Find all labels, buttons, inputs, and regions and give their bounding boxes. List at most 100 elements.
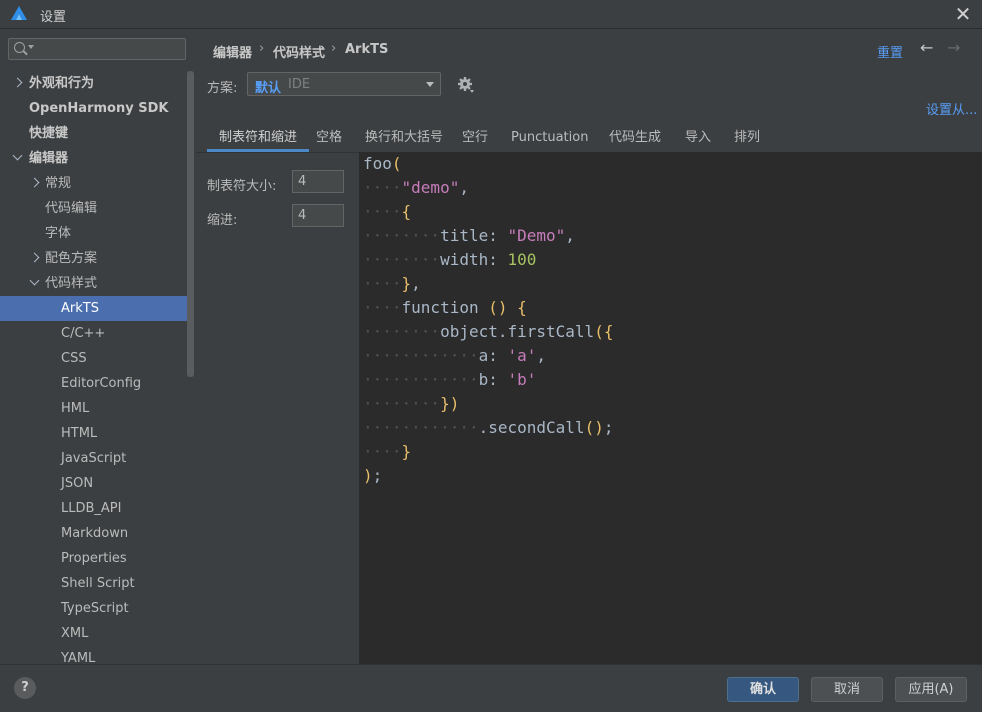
sidebar-item-label: 编辑器 [29, 151, 69, 166]
sidebar-item-label: OpenHarmony SDK [29, 101, 169, 116]
forward-arrow-icon[interactable]: → [947, 38, 960, 57]
indent-input[interactable]: 4 [292, 204, 344, 227]
tab[interactable]: Punctuation [499, 126, 600, 152]
code-token: b: [478, 370, 508, 389]
code-line: ····} [363, 440, 411, 464]
tab[interactable]: 制表符和缩进 [207, 126, 310, 152]
sidebar-item[interactable]: Properties [0, 546, 188, 571]
code-token: } [401, 274, 412, 293]
code-line: ····{ [363, 200, 411, 224]
sidebar-item[interactable]: 快捷键 [0, 121, 188, 146]
cancel-button[interactable]: 取消 [811, 677, 883, 702]
code-token: object.firstCall [440, 322, 595, 341]
code-token: a: [478, 346, 508, 365]
tab-size-input[interactable]: 4 [292, 170, 344, 193]
chevron-down-icon[interactable] [29, 275, 40, 286]
sidebar-scrollbar[interactable] [187, 71, 194, 377]
tab[interactable]: 空格 [304, 126, 354, 152]
code-token: ; [603, 418, 614, 437]
breadcrumb-item-code-style[interactable]: 代码样式 [273, 42, 325, 61]
breadcrumb-item-editor[interactable]: 编辑器 [213, 42, 252, 61]
code-token: ········ [363, 226, 441, 245]
sidebar-item[interactable]: 编辑器 [0, 146, 188, 171]
sidebar-item[interactable]: 代码样式 [0, 271, 188, 296]
sidebar-item[interactable]: 代码编辑 [0, 196, 188, 221]
scheme-name: 默认 [255, 81, 282, 96]
sidebar-item[interactable]: ArkTS [0, 296, 188, 321]
sidebar-item-label: Shell Script [61, 576, 135, 591]
code-line: ············a: 'a', [363, 344, 546, 368]
scheme-label: 方案: [207, 81, 238, 96]
ok-button[interactable]: 确认 [727, 677, 799, 702]
code-preview[interactable]: foo(····"demo", ····{········title: "Demo… [359, 152, 982, 664]
code-line: foo( [363, 152, 402, 176]
sidebar-item-label: C/C++ [61, 326, 106, 341]
sidebar-item[interactable]: CSS [0, 346, 188, 371]
code-token: width: [440, 250, 508, 269]
breadcrumb-separator: › [259, 41, 265, 56]
sidebar-item[interactable]: JavaScript [0, 446, 188, 471]
code-token: foo [363, 154, 392, 173]
tab[interactable]: 换行和大括号 [353, 126, 455, 152]
sidebar-item[interactable]: TypeScript [0, 596, 188, 621]
sidebar-item[interactable]: HML [0, 396, 188, 421]
settings-tree: 外观和行为 OpenHarmony SDK 快捷键编辑器常规代码编辑字体配色方案代码… [0, 71, 188, 671]
code-line: ····function () { [363, 296, 527, 320]
sidebar-item[interactable]: EditorConfig [0, 371, 188, 396]
chevron-right-icon[interactable] [12, 77, 23, 88]
tab[interactable]: 空行 [450, 126, 500, 152]
code-token: ···· [363, 178, 402, 197]
sidebar-item[interactable]: Shell Script [0, 571, 188, 596]
search-input[interactable] [8, 38, 186, 60]
code-token: ········ [363, 250, 441, 269]
chevron-right-icon[interactable] [29, 177, 40, 188]
reset-link[interactable]: 重置 [877, 42, 903, 61]
sidebar-item-label: 快捷键 [29, 126, 69, 141]
help-icon[interactable]: ? [14, 677, 36, 699]
code-line: ········title: "Demo", [363, 224, 575, 248]
code-token: 'b' [507, 370, 537, 389]
settings-sidebar: 外观和行为 OpenHarmony SDK 快捷键编辑器常规代码编辑字体配色方案代码… [0, 29, 196, 666]
search-options-caret-icon[interactable] [28, 45, 34, 49]
footer-bar: ? 确认 取消 应用(A) [0, 664, 982, 712]
back-arrow-icon[interactable]: ← [920, 38, 933, 57]
scheme-dropdown[interactable]: 默认 IDE [247, 72, 441, 96]
sidebar-item[interactable]: 配色方案 [0, 246, 188, 271]
breadcrumb-separator: › [331, 41, 337, 56]
sidebar-item[interactable]: LLDB_API [0, 496, 188, 521]
tab[interactable]: 代码生成 [597, 126, 673, 152]
tab[interactable]: 导入 [673, 126, 723, 152]
sidebar-item[interactable]: HTML [0, 421, 188, 446]
code-token: function [401, 298, 489, 317]
code-token: }) [440, 394, 460, 413]
code-token: () [488, 298, 508, 317]
chevron-right-icon[interactable] [29, 252, 40, 263]
code-token: ( [391, 154, 402, 173]
code-token: 'a' [507, 346, 537, 365]
code-token: ···· [363, 442, 402, 461]
set-from-link[interactable]: 设置从... [926, 99, 977, 118]
search-icon [14, 42, 25, 53]
gear-icon[interactable] [457, 76, 475, 94]
close-icon[interactable]: ✕ [952, 3, 974, 25]
sidebar-item[interactable]: Markdown [0, 521, 188, 546]
tab[interactable]: 排列 [722, 126, 772, 152]
sidebar-item[interactable]: XML [0, 621, 188, 646]
code-token: ···· [363, 202, 402, 221]
code-line: ········object.firstCall({ [363, 320, 613, 344]
sidebar-item[interactable]: 常规 [0, 171, 188, 196]
sidebar-item-label: 配色方案 [45, 251, 98, 266]
code-token: 100 [507, 250, 537, 269]
sidebar-item[interactable]: 外观和行为 [0, 71, 188, 96]
apply-button[interactable]: 应用(A) [895, 677, 967, 702]
sidebar-item-label: JavaScript [61, 451, 127, 466]
sidebar-item[interactable]: C/C++ [0, 321, 188, 346]
chevron-down-icon[interactable] [12, 150, 23, 161]
sidebar-item-label: LLDB_API [61, 501, 122, 516]
sidebar-item[interactable]: JSON [0, 471, 188, 496]
sidebar-item[interactable]: OpenHarmony SDK [0, 96, 188, 121]
sidebar-item-label: 代码编辑 [45, 201, 98, 216]
code-line: ····}, [363, 272, 421, 296]
sidebar-item[interactable]: 字体 [0, 221, 188, 246]
